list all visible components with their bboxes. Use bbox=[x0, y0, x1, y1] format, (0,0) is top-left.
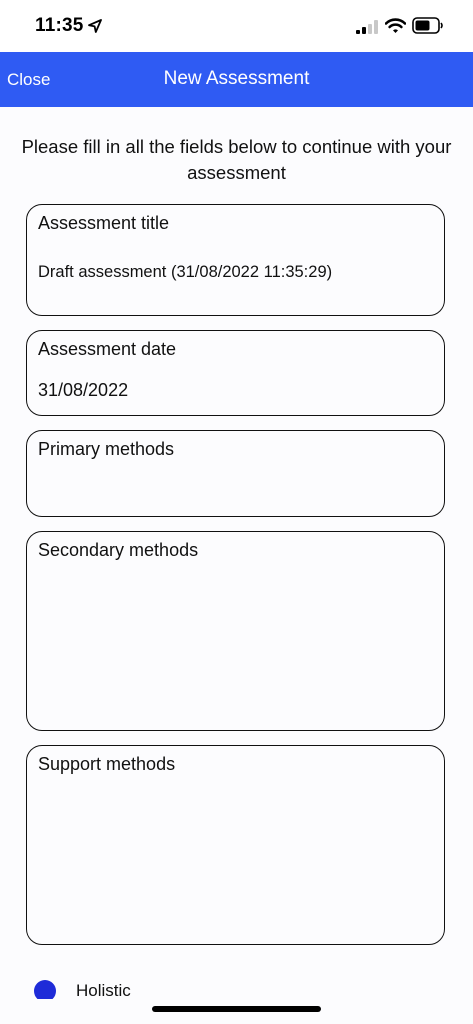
page-title: New Assessment bbox=[163, 68, 310, 89]
status-bar: 11:35 bbox=[0, 0, 473, 52]
holistic-option-label: Holistic bbox=[76, 981, 131, 999]
location-arrow-icon bbox=[88, 19, 102, 33]
navigation-bar: New Assessment Close bbox=[0, 52, 473, 107]
support-methods-label: Support methods bbox=[38, 754, 176, 774]
assessment-title-field[interactable]: Assessment title Draft assessment (31/08… bbox=[26, 204, 445, 316]
primary-methods-field[interactable]: Primary methods bbox=[26, 430, 445, 517]
secondary-methods-label: Secondary methods bbox=[38, 540, 199, 560]
secondary-methods-field[interactable]: Secondary methods bbox=[26, 531, 445, 731]
assessment-date-value[interactable]: 31/08/2022 bbox=[38, 380, 128, 401]
instructions-text: Please fill in all the fields below to c… bbox=[21, 136, 452, 183]
holistic-option[interactable]: Holistic bbox=[34, 979, 234, 999]
assessment-date-field[interactable]: Assessment date 31/08/2022 bbox=[26, 330, 445, 416]
support-methods-field[interactable]: Support methods bbox=[26, 745, 445, 945]
wifi-icon bbox=[385, 18, 406, 33]
battery-icon bbox=[412, 17, 443, 34]
primary-methods-label: Primary methods bbox=[38, 439, 175, 459]
cellular-signal-icon bbox=[356, 20, 378, 34]
home-indicator[interactable] bbox=[152, 1006, 321, 1012]
status-time: 11:35 bbox=[35, 15, 84, 36]
assessment-title-value[interactable]: Draft assessment (31/08/2022 11:35:29) bbox=[38, 263, 332, 282]
radio-selected-icon[interactable] bbox=[34, 980, 56, 999]
close-button[interactable]: Close bbox=[7, 70, 50, 90]
assessment-date-label: Assessment date bbox=[38, 339, 177, 359]
assessment-title-label: Assessment title bbox=[38, 213, 170, 233]
